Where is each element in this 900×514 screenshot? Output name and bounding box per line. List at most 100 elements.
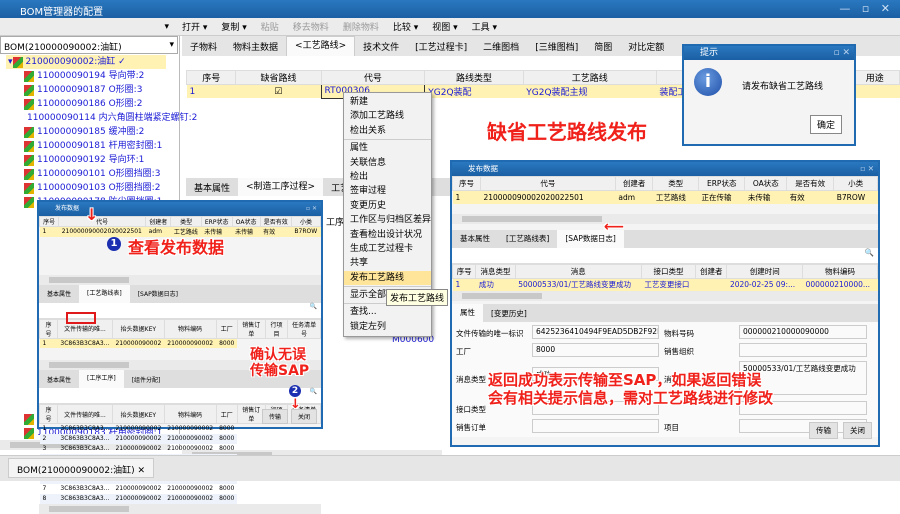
tab-1[interactable]: 物料主数据 bbox=[225, 40, 286, 53]
tools-menu[interactable]: 工具 ▾ bbox=[465, 20, 504, 33]
tab-5[interactable]: 二维图档 bbox=[475, 40, 527, 53]
delete-material-button[interactable]: 删除物料 bbox=[336, 20, 386, 33]
column-header[interactable]: 小类 bbox=[290, 216, 322, 227]
menu-item[interactable]: 发布工艺路线 bbox=[344, 270, 431, 286]
menu-item[interactable]: 变更历史 bbox=[344, 199, 431, 213]
column-header[interactable]: 接口类型 bbox=[640, 263, 697, 279]
tab-4[interactable]: [工艺过程卡] bbox=[407, 40, 475, 53]
bom-document-tab[interactable]: BOM(210000090002:油缸) ✕ bbox=[8, 458, 155, 478]
transfer-button[interactable]: 传输 bbox=[261, 409, 288, 424]
menu-item[interactable]: 生成工艺过程卡 bbox=[344, 242, 431, 256]
column-header[interactable]: 是否有效 bbox=[259, 216, 292, 227]
table-row[interactable]: 1 3C863B3C8A3... 210000090002 210000090002 8… bbox=[40, 424, 321, 434]
tab-2[interactable]: <工艺路线> bbox=[286, 36, 356, 56]
tree-node[interactable]: 110000090187 O形圈:3 bbox=[6, 83, 166, 97]
tree-node[interactable]: 110000090114 内六角圆柱端紧定螺钉:2 bbox=[6, 111, 197, 125]
column-header[interactable]: 工厂 bbox=[215, 318, 238, 339]
close-icon[interactable]: ▫ ✕ bbox=[833, 46, 850, 60]
view-menu[interactable]: 视图 ▾ bbox=[425, 20, 464, 33]
column-header[interactable]: 序号 bbox=[38, 216, 60, 227]
tab-basic[interactable]: 基本属性 bbox=[186, 181, 238, 194]
column-header[interactable]: OA状态 bbox=[744, 176, 788, 191]
uid-field[interactable]: 6425236410494F9EAD5DB2F92DD11E bbox=[532, 325, 659, 339]
column-header[interactable]: 序号 bbox=[452, 176, 481, 191]
column-header[interactable]: 物料编码 bbox=[802, 263, 878, 279]
column-header[interactable]: 小类 bbox=[833, 176, 878, 191]
column-header[interactable]: 是否有效 bbox=[786, 176, 835, 191]
column-header[interactable]: 物料编码 bbox=[163, 318, 217, 339]
menu-item[interactable]: 查找... bbox=[344, 305, 431, 319]
search-icon[interactable]: 🔍 bbox=[39, 388, 321, 404]
column-header[interactable]: 用途 bbox=[849, 70, 900, 85]
column-header[interactable]: 文件传输的唯... bbox=[56, 404, 113, 424]
column-header[interactable]: 物料编码 bbox=[163, 404, 217, 424]
subtab[interactable]: [SAP数据日志] bbox=[130, 289, 186, 298]
close-icon[interactable]: ▫ ✕ bbox=[860, 162, 874, 176]
copy-button[interactable]: 复制 ▾ bbox=[214, 20, 253, 33]
column-header[interactable]: 工厂 bbox=[215, 404, 238, 424]
tree-node[interactable]: 110000090181 杆用密封圈:1 bbox=[6, 139, 166, 153]
tab-7[interactable]: 简图 bbox=[586, 40, 620, 53]
tab-operations[interactable]: <制造工序过程> bbox=[238, 178, 324, 196]
column-header[interactable]: 路线类型 bbox=[424, 70, 524, 85]
tree-node[interactable]: 110000090192 导向环:1 bbox=[6, 153, 166, 167]
column-header[interactable]: 创建者 bbox=[145, 216, 172, 227]
bom-select[interactable]: BOM(210000090002:油缸) ▾ bbox=[0, 36, 178, 54]
column-header[interactable]: 工艺路线 bbox=[522, 70, 657, 85]
menu-item[interactable]: 共享 bbox=[344, 256, 431, 270]
table-row[interactable]: 8 3C863B3C8A3... 210000090002 210000090002 8… bbox=[39, 493, 321, 504]
table-row[interactable]: 2 3C863B3C8A3... 210000090002 210000090002 8… bbox=[39, 433, 321, 444]
column-header[interactable]: 代号 bbox=[479, 176, 616, 191]
window-controls[interactable]: — ▫ ✕ bbox=[839, 2, 894, 15]
plant-field[interactable]: 8000 bbox=[532, 343, 659, 357]
column-header[interactable]: ERP状态 bbox=[200, 216, 233, 227]
subtab[interactable]: [变更历史] bbox=[483, 308, 535, 319]
tab-8[interactable]: 对比定额 bbox=[620, 40, 672, 53]
subtab[interactable]: 基本属性 bbox=[39, 289, 79, 298]
column-header[interactable]: 序号 bbox=[185, 70, 237, 85]
search-icon[interactable]: 🔍 bbox=[452, 247, 878, 264]
sales-order-field[interactable] bbox=[532, 419, 659, 433]
menu-item[interactable]: 新建 bbox=[344, 95, 431, 109]
transfer-button[interactable]: 传输 bbox=[809, 422, 838, 439]
column-header[interactable]: 销售订单 bbox=[236, 318, 266, 339]
menu-item[interactable]: 工作区与归档区差异 bbox=[344, 213, 431, 227]
tree-node[interactable]: 110000090101 O形圈挡圈:3 bbox=[6, 167, 166, 181]
compare-button[interactable]: 比较 ▾ bbox=[386, 20, 425, 33]
column-header[interactable]: 类型 bbox=[170, 216, 202, 227]
column-header[interactable]: 创建者 bbox=[614, 176, 654, 191]
subtab[interactable]: 属性 bbox=[452, 304, 483, 322]
tree-node[interactable]: 110000090103 O形圈挡圈:2 bbox=[6, 181, 166, 195]
subtab[interactable]: 基本属性 bbox=[39, 375, 79, 384]
table-row[interactable]: 7 3C863B3C8A3... 210000090002 210000090002 8… bbox=[40, 484, 321, 494]
menu-item[interactable]: 签审过程 bbox=[344, 184, 431, 198]
column-header[interactable]: 任务清单号 bbox=[287, 318, 321, 339]
sales-org-field[interactable] bbox=[739, 343, 867, 357]
menu-item[interactable]: 查看检出设计状况 bbox=[344, 228, 431, 242]
subtab[interactable]: [工序工序] bbox=[79, 370, 124, 388]
column-header[interactable]: 消息 bbox=[514, 263, 642, 279]
menu-item[interactable]: 检出 bbox=[344, 170, 431, 184]
subtab[interactable]: 基本属性 bbox=[452, 233, 498, 244]
column-header[interactable]: 序号 bbox=[39, 404, 58, 424]
paste-button[interactable]: 粘贴 bbox=[254, 20, 286, 33]
menu-item[interactable]: 关联信息 bbox=[344, 156, 431, 170]
table-row[interactable]: 1 210000090002020022501 adm 工艺路线 正在传输 未传输 有效 B7… bbox=[452, 190, 878, 204]
column-header[interactable]: 代号 bbox=[320, 70, 426, 85]
tree-node[interactable]: 110000090185 缓冲圈:2 bbox=[6, 125, 166, 139]
open-button[interactable]: 打开 ▾ bbox=[175, 20, 214, 33]
column-header[interactable]: 行项目 bbox=[264, 318, 289, 339]
column-header[interactable]: 创建时间 bbox=[726, 263, 804, 279]
column-header[interactable]: 销售订单 bbox=[236, 404, 266, 424]
menu-item[interactable]: 锁定左列 bbox=[344, 320, 431, 334]
column-header[interactable]: 缺省路线 bbox=[235, 70, 322, 85]
close-button[interactable]: 关闭 bbox=[843, 422, 872, 439]
column-header[interactable]: 序号 bbox=[451, 263, 477, 279]
column-header[interactable]: 序号 bbox=[39, 318, 58, 339]
column-header[interactable]: 消息类型 bbox=[475, 263, 516, 279]
column-header[interactable]: ERP状态 bbox=[698, 176, 746, 191]
subtab[interactable]: [组件分配] bbox=[124, 375, 169, 384]
toolbar-dropdown[interactable]: ▾ bbox=[0, 22, 175, 32]
menu-item[interactable]: 检出关系 bbox=[344, 124, 431, 138]
table-row[interactable]: 3 3C863B3C8A3... 210000090002 210000090002 8… bbox=[40, 444, 321, 454]
